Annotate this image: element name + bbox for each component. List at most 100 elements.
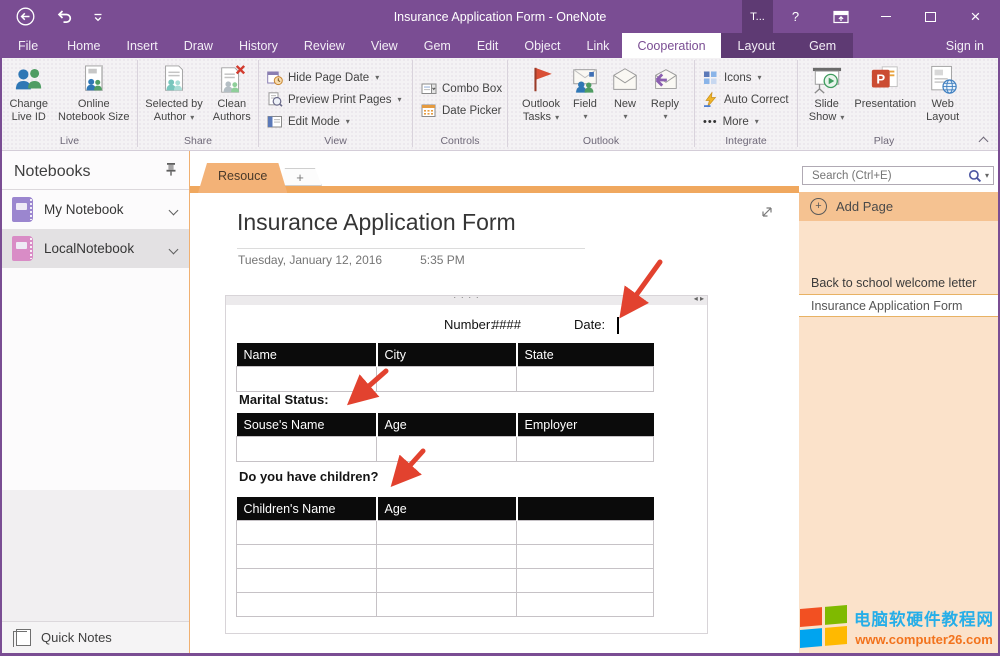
tab-gem[interactable]: Gem [411, 33, 464, 58]
page-title[interactable]: Insurance Application Form [237, 209, 585, 249]
person-table[interactable]: Name City State [236, 343, 654, 392]
page-list-item-selected[interactable]: Insurance Application Form [799, 294, 998, 317]
add-page-button[interactable]: + Add Page [799, 192, 998, 221]
group-label-share: Share [138, 134, 258, 150]
reply-button[interactable]: Reply ▾ [645, 62, 685, 125]
group-label-outlook: Outlook [508, 134, 694, 150]
quick-access-toolbar-dropdown[interactable] [92, 11, 104, 23]
tab-insert[interactable]: Insert [114, 33, 171, 58]
tab-file[interactable]: File [2, 33, 54, 58]
tab-history[interactable]: History [226, 33, 291, 58]
tab-edit[interactable]: Edit [464, 33, 512, 58]
search-scope-dropdown[interactable]: ▾ [985, 171, 989, 180]
more-button[interactable]: ••• More ▾ [703, 114, 759, 130]
customize-toolbar-icon [92, 11, 104, 23]
tab-review[interactable]: Review [291, 33, 358, 58]
ribbon-group-integrate: Icons ▾ Auto Correct ••• More ▾ Integrat… [695, 58, 797, 150]
ribbon-group-play: Slide Show ▾ P Presentation [798, 58, 970, 150]
notebook-item-my-notebook[interactable]: My Notebook [2, 190, 189, 229]
back-button[interactable] [16, 7, 35, 26]
expand-page-icon[interactable] [760, 205, 774, 224]
date-label: Date: [574, 317, 605, 332]
edit-mode-button[interactable]: Edit Mode ▾ [267, 114, 350, 130]
page-list-item[interactable]: Back to school welcome letter [799, 272, 998, 294]
section-tab-resouce[interactable]: Resouce [198, 163, 287, 193]
collapse-ribbon-button[interactable] [978, 136, 988, 144]
empty-row[interactable] [237, 367, 654, 392]
empty-row[interactable] [237, 569, 654, 593]
tab-link[interactable]: Link [574, 33, 623, 58]
dropdown-arrow-icon: ▾ [346, 117, 350, 126]
presentation-button[interactable]: P Presentation [849, 62, 921, 113]
tab-gem-2[interactable]: Gem [792, 33, 853, 58]
slide-show-button[interactable]: Slide Show ▾ [804, 62, 850, 126]
empty-row[interactable] [237, 545, 654, 569]
icons-button[interactable]: Icons ▾ [703, 70, 762, 86]
new-section-tab-button[interactable]: + [278, 168, 322, 186]
note-outline-container[interactable]: · · · · ◂ ▸ Number: #### Date: Name City… [225, 295, 708, 634]
chevron-down-icon[interactable] [170, 202, 177, 217]
maximize-button[interactable] [908, 0, 953, 33]
outline-drag-handle[interactable]: · · · · ◂ ▸ [226, 296, 707, 305]
children-table[interactable]: Children's Name Age [236, 497, 654, 617]
outlook-tasks-button[interactable]: Outlook Tasks ▾ [517, 62, 565, 126]
change-live-id-button[interactable]: Change Live ID [4, 62, 53, 125]
page-time: 5:35 PM [420, 253, 465, 267]
ribbon-group-outlook: Outlook Tasks ▾ Field ▾ [508, 58, 694, 150]
tab-object[interactable]: Object [511, 33, 573, 58]
web-layout-globe-icon [928, 65, 958, 95]
close-button[interactable]: × [953, 0, 998, 33]
group-label-controls: Controls [413, 134, 507, 150]
sign-in-button[interactable]: Sign in [932, 33, 998, 58]
drag-dots-icon: · · · · [453, 292, 480, 302]
online-notebook-size-button[interactable]: Online Notebook Size [53, 62, 135, 125]
number-value[interactable]: #### [492, 317, 521, 332]
search-box[interactable]: ▾ [802, 166, 994, 185]
tab-cooperation-active[interactable]: Cooperation [622, 33, 720, 58]
sidebar-empty-area [2, 490, 189, 621]
quick-notes-button[interactable]: Quick Notes [2, 621, 189, 653]
undo-button[interactable] [55, 9, 72, 24]
help-button[interactable]: ? [773, 0, 818, 33]
onenote-window: Insurance Application Form - OneNote T..… [0, 0, 1000, 656]
col-header-children-name: Children's Name [237, 497, 377, 521]
hide-page-date-button[interactable]: Hide Page Date ▾ [267, 70, 379, 86]
search-input[interactable] [810, 169, 968, 183]
date-picker-button[interactable]: Date Picker [421, 103, 501, 119]
tab-view[interactable]: View [358, 33, 411, 58]
search-icon[interactable] [968, 169, 982, 183]
combo-box-button[interactable]: Combo Box [421, 81, 502, 97]
marital-status-label: Marital Status: [239, 392, 329, 407]
empty-row[interactable] [237, 521, 654, 545]
minimize-button[interactable] [863, 0, 908, 33]
page-red-x-icon [217, 65, 247, 95]
empty-row[interactable] [237, 593, 654, 617]
dropdown-arrow-icon: ▾ [755, 117, 759, 126]
col-header-city: City [377, 343, 517, 367]
web-layout-button[interactable]: Web Layout [921, 62, 964, 125]
pin-pane-button[interactable] [165, 162, 177, 181]
empty-row[interactable] [237, 437, 654, 462]
field-button[interactable]: Field ▾ [565, 62, 605, 125]
notebook-item-local-notebook[interactable]: LocalNotebook [2, 229, 189, 268]
icons-grid-icon [703, 70, 719, 86]
spouse-table[interactable]: Souse's Name Age Employer [236, 413, 654, 462]
tab-draw[interactable]: Draw [171, 33, 226, 58]
ellipsis-icon: ••• [703, 116, 718, 128]
watermark-site-url: www.computer26.com [855, 632, 993, 647]
chevron-down-icon[interactable] [170, 241, 177, 256]
clean-authors-button[interactable]: Clean Authors [208, 62, 256, 125]
col-header-blank [517, 497, 654, 521]
new-mail-button[interactable]: New ▾ [605, 62, 645, 125]
pages-panel: ▾ + Add Page Back to school welcome lett… [799, 151, 998, 653]
notebooks-sidebar: Notebooks My Notebook LocalNotebook [2, 151, 190, 653]
selected-by-author-button[interactable]: Selected by Author ▾ [140, 62, 207, 126]
group-label-play: Play [798, 134, 970, 150]
preview-print-pages-button[interactable]: Preview Print Pages ▾ [267, 92, 402, 108]
tab-home[interactable]: Home [54, 33, 113, 58]
tab-layout[interactable]: Layout [721, 33, 793, 58]
tell-me-button[interactable]: T... [742, 0, 773, 33]
ribbon-display-options-button[interactable] [818, 0, 863, 33]
ribbon-display-options-icon [833, 10, 849, 24]
auto-correct-button[interactable]: Auto Correct [703, 92, 789, 108]
